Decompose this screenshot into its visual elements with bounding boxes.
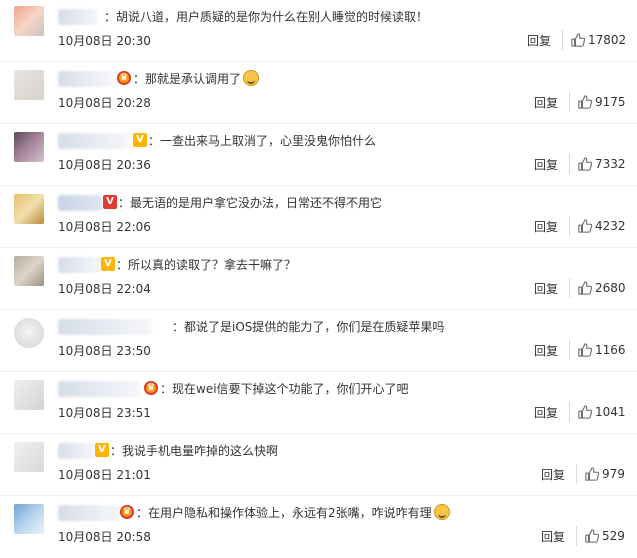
reply-button[interactable]: 回复	[534, 404, 558, 421]
comment-time: 10月08日 20:36	[58, 158, 151, 172]
author-name[interactable]	[58, 195, 102, 211]
thumb-up-icon	[585, 529, 599, 543]
avatar[interactable]	[14, 380, 44, 410]
like-button[interactable]: 17802	[562, 30, 626, 50]
comment-text: ：现在wei信要下掉这个功能了，你们开心了吧	[160, 382, 409, 396]
like-button[interactable]: 979	[576, 464, 625, 484]
comment-text: ：所以真的读取了？拿去干嘛了？	[116, 258, 297, 272]
avatar[interactable]	[14, 194, 44, 224]
avatar[interactable]	[14, 504, 44, 534]
like-button[interactable]: 1041	[569, 402, 626, 422]
avatar[interactable]	[14, 442, 44, 472]
laughing-emoji-icon	[433, 504, 450, 520]
comment-text-body: ：那就是承认调用了	[133, 72, 242, 86]
reply-button[interactable]: 回复	[534, 280, 558, 297]
like-button[interactable]: 529	[576, 526, 625, 546]
comment-item: ♛ ：在用户隐私和操作体验上，永远有2张嘴，咋说咋有理 10月08日 20:58…	[0, 496, 637, 558]
like-button[interactable]: 9175	[569, 92, 626, 112]
like-button[interactable]: 4232	[569, 216, 626, 236]
reply-button[interactable]: 回复	[534, 156, 558, 173]
comment-text: ：都说了是iOS提供的能力了，你们是在质疑苹果吗	[172, 320, 445, 334]
comment-time: 10月08日 22:04	[58, 282, 151, 296]
like-button[interactable]: 7332	[569, 154, 626, 174]
comment-time: 10月08日 23:50	[58, 344, 151, 358]
crown-badge-icon: ♛	[120, 505, 134, 519]
v-badge-icon: V	[103, 195, 117, 209]
thumb-up-icon	[578, 219, 592, 233]
comment-list: ：胡说八道，用户质疑的是你为什么在别人睡觉的时候读取！ 10月08日 20:30…	[0, 0, 637, 555]
crown-badge-icon: ♛	[117, 71, 131, 85]
comment-item: ：都说了是iOS提供的能力了，你们是在质疑苹果吗 10月08日 23:50 回复…	[0, 310, 637, 372]
thumb-up-icon	[571, 33, 585, 47]
like-count: 17802	[588, 33, 627, 47]
v-badge-icon: V	[133, 133, 147, 147]
author-name[interactable]	[58, 443, 94, 459]
laughing-emoji-icon	[243, 70, 260, 86]
like-count: 529	[602, 529, 625, 543]
author-name[interactable]	[58, 257, 100, 273]
thumb-up-icon	[578, 343, 592, 357]
reply-button[interactable]: 回复	[534, 94, 558, 111]
author-name[interactable]	[58, 133, 128, 149]
author-name[interactable]	[58, 9, 98, 25]
comment-time: 10月08日 20:58	[58, 530, 151, 544]
like-button[interactable]: 1166	[569, 340, 626, 360]
author-name[interactable]	[58, 319, 152, 335]
like-count: 2680	[595, 281, 626, 295]
comment-text: ：那就是承认调用了	[133, 70, 260, 87]
reply-button[interactable]: 回复	[541, 528, 565, 545]
author-name[interactable]	[58, 505, 120, 521]
reply-button[interactable]: 回复	[541, 466, 565, 483]
comment-time: 10月08日 20:30	[58, 34, 151, 48]
comment-item: ♛ ：那就是承认调用了 10月08日 20:28 回复 9175	[0, 62, 637, 124]
comment-item: ♛ ：现在wei信要下掉这个功能了，你们开心了吧 10月08日 23:51 回复…	[0, 372, 637, 434]
reply-button[interactable]: 回复	[527, 32, 551, 49]
thumb-up-icon	[578, 281, 592, 295]
comment-text: ：最无语的是用户拿它没办法，日常还不得不用它	[118, 196, 383, 210]
crown-badge-icon: ♛	[144, 381, 158, 395]
avatar[interactable]	[14, 70, 44, 100]
like-count: 4232	[595, 219, 626, 233]
comment-time: 10月08日 22:06	[58, 220, 151, 234]
like-count: 9175	[595, 95, 626, 109]
avatar[interactable]	[14, 318, 44, 348]
author-name[interactable]	[58, 71, 112, 87]
comment-item: V ：所以真的读取了？拿去干嘛了？ 10月08日 22:04 回复 2680	[0, 248, 637, 310]
v-badge-icon: V	[101, 257, 115, 271]
thumb-up-icon	[578, 95, 592, 109]
thumb-up-icon	[578, 157, 592, 171]
comment-text-body: ：在用户隐私和操作体验上，永远有2张嘴，咋说咋有理	[136, 506, 432, 520]
comment-text: ：一查出来马上取消了，心里没鬼你怕什么	[148, 134, 377, 148]
thumb-up-icon	[585, 467, 599, 481]
avatar[interactable]	[14, 6, 44, 36]
like-count: 1041	[595, 405, 626, 419]
avatar[interactable]	[14, 132, 44, 162]
comment-text: ：在用户隐私和操作体验上，永远有2张嘴，咋说咋有理	[136, 504, 450, 521]
author-name[interactable]	[58, 381, 140, 397]
avatar[interactable]	[14, 256, 44, 286]
reply-button[interactable]: 回复	[534, 342, 558, 359]
like-count: 7332	[595, 157, 626, 171]
comment-time: 10月08日 20:28	[58, 96, 151, 110]
reply-button[interactable]: 回复	[534, 218, 558, 235]
v-badge-icon: V	[95, 443, 109, 457]
comment-item: ：胡说八道，用户质疑的是你为什么在别人睡觉的时候读取！ 10月08日 20:30…	[0, 0, 637, 62]
like-count: 979	[602, 467, 625, 481]
comment-item: V ：最无语的是用户拿它没办法，日常还不得不用它 10月08日 22:06 回复…	[0, 186, 637, 248]
comment-time: 10月08日 21:01	[58, 468, 151, 482]
comment-item: V ：我说手机电量咋掉的这么快啊 10月08日 21:01 回复 979	[0, 434, 637, 496]
comment-time: 10月08日 23:51	[58, 406, 151, 420]
comment-item: V ：一查出来马上取消了，心里没鬼你怕什么 10月08日 20:36 回复 73…	[0, 124, 637, 186]
comment-text: ：胡说八道，用户质疑的是你为什么在别人睡觉的时候读取！	[104, 10, 429, 24]
thumb-up-icon	[578, 405, 592, 419]
like-count: 1166	[595, 343, 626, 357]
like-button[interactable]: 2680	[569, 278, 626, 298]
comment-text: ：我说手机电量咋掉的这么快啊	[110, 444, 279, 458]
